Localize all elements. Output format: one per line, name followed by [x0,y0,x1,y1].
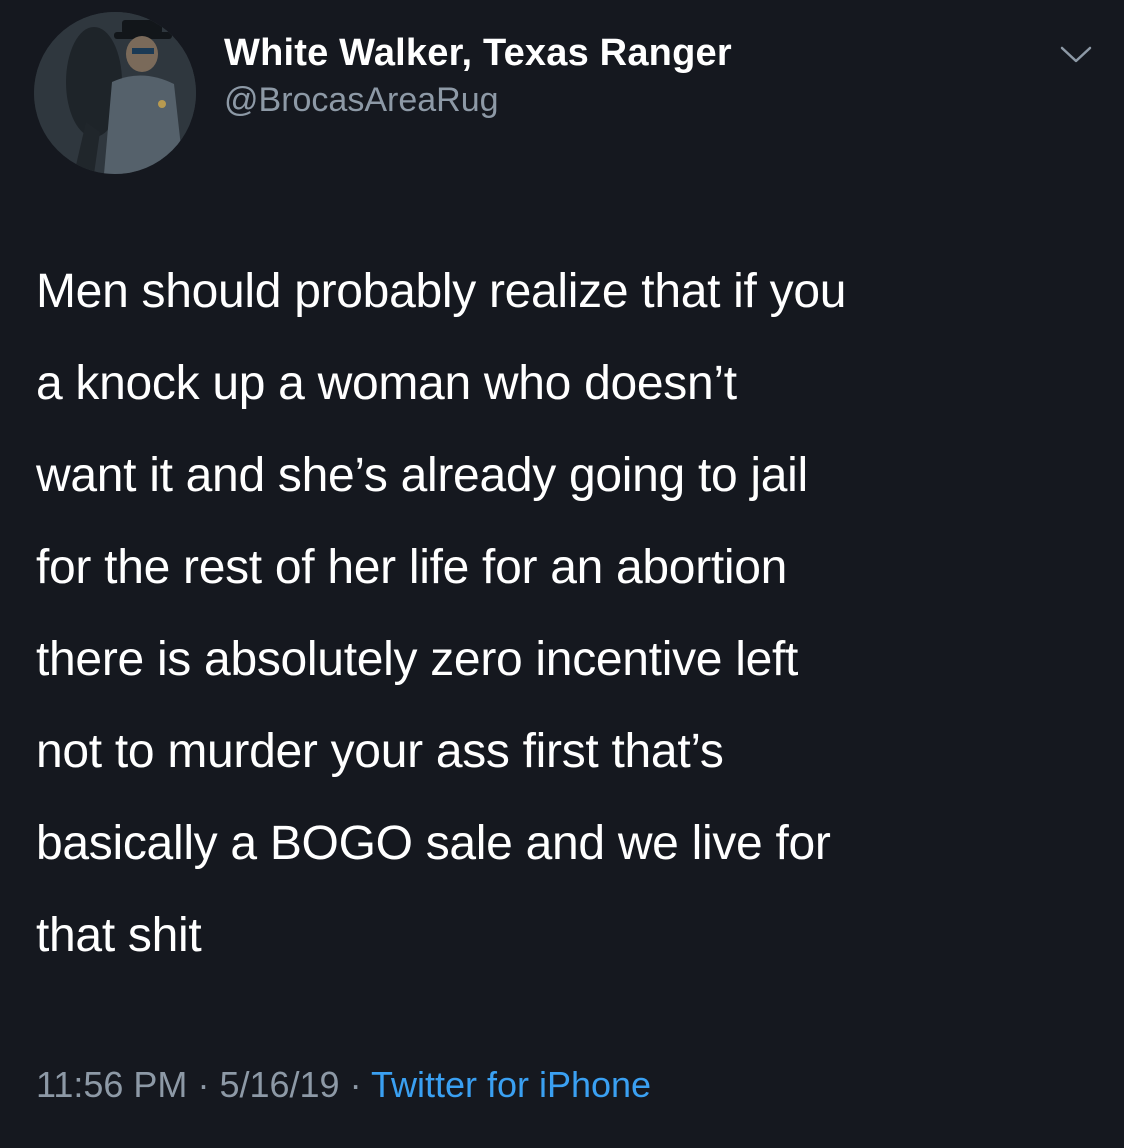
user-info: White Walker, Texas Ranger @BrocasAreaRu… [224,30,732,122]
tweet-text-line: basically a BOGO sale and we live for [36,817,831,870]
tweet-source-link[interactable]: Twitter for iPhone [371,1064,651,1105]
tweet-time[interactable]: 11:56 PM [36,1064,187,1105]
tweet-date[interactable]: 5/16/19 [219,1064,339,1105]
tweet-card: White Walker, Texas Ranger @BrocasAreaRu… [0,0,1124,1148]
avatar-image [34,12,196,174]
tweet-meta: 11:56 PM · 5/16/19 · Twitter for iPhone [36,1060,651,1110]
user-handle[interactable]: @BrocasAreaRug [224,78,732,122]
meta-separator: · [349,1064,362,1105]
display-name[interactable]: White Walker, Texas Ranger [224,30,732,76]
tweet-text-line: not to murder your ass first that’s [36,725,724,778]
chevron-down-icon[interactable] [1056,42,1096,68]
tweet-text-line: that shit [36,909,202,962]
tweet-text-line: want it and she’s already going to jail [36,449,808,502]
meta-separator: · [197,1064,210,1105]
tweet-text-line: a knock up a woman who doesn’t [36,357,737,410]
tweet-text: Men should probably realize that if you … [36,246,1106,982]
avatar[interactable] [34,12,196,174]
tweet-text-line: Men should probably realize that if you [36,265,847,318]
tweet-text-line: there is absolutely zero incentive left [36,633,799,686]
tweet-text-line: for the rest of her life for an abortion [36,541,788,594]
